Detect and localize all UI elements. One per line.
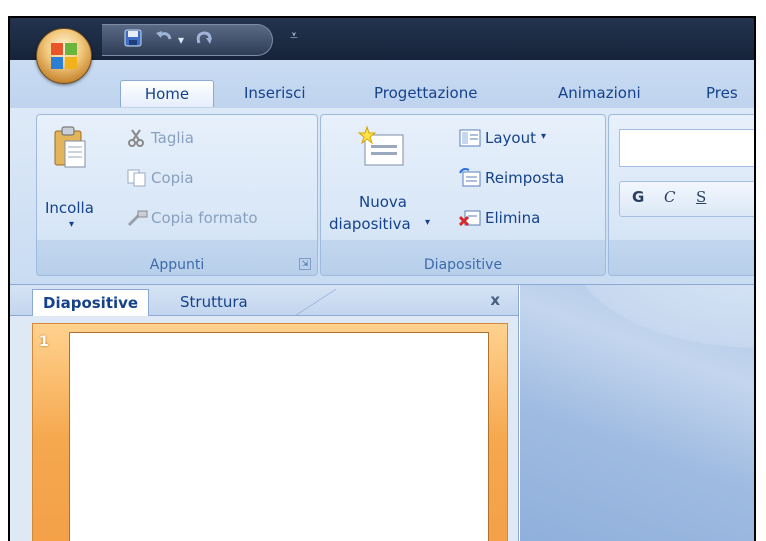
office-logo-icon [51, 43, 77, 69]
delete-slide-icon [458, 209, 481, 231]
slides-pane: Diapositive Struttura x 1 [10, 285, 519, 541]
slide-editing-area[interactable] [520, 285, 754, 541]
powerpoint-window: ▾ ⩡ Home Inserisci Progettazione Animazi… [8, 16, 756, 541]
tab-inserisci[interactable]: Inserisci [236, 80, 314, 106]
tab-divider [296, 289, 336, 315]
font-format-buttons: G C S [619, 181, 754, 217]
paste-dropdown-arrow[interactable]: ▾ [69, 219, 74, 230]
underline-button[interactable]: S [696, 188, 706, 206]
reset-icon [459, 167, 481, 191]
close-pane-button[interactable]: x [490, 291, 500, 309]
office-button[interactable] [36, 28, 92, 84]
tab-presentazione[interactable]: Pres [698, 80, 746, 106]
clipboard-dialog-launcher[interactable]: ⇲ [299, 258, 311, 270]
customize-qat-button[interactable]: ⩡ [290, 28, 298, 44]
slides-group: Nuova diapositiva ▾ Layout ▾ Reimposta E… [320, 114, 606, 276]
copy-icon [127, 169, 147, 191]
italic-button[interactable]: C [664, 188, 675, 206]
new-slide-label-line1[interactable]: Nuova [359, 193, 407, 211]
tab-diapositive[interactable]: Diapositive [32, 289, 150, 316]
layout-button[interactable]: Layout [485, 129, 536, 147]
cut-icon [127, 129, 145, 151]
slide-number: 1 [39, 334, 49, 350]
copy-button[interactable]: Copia [151, 169, 194, 187]
reset-button[interactable]: Reimposta [485, 169, 564, 187]
tab-animazioni[interactable]: Animazioni [550, 80, 649, 106]
undo-dropdown-arrow[interactable]: ▾ [178, 29, 184, 51]
paste-button[interactable]: Incolla [45, 199, 94, 217]
slides-group-label: Diapositive [423, 257, 503, 273]
font-group: G C S [608, 114, 754, 276]
tab-home[interactable]: Home [120, 80, 214, 107]
bold-button[interactable]: G [632, 188, 644, 206]
pane-tabs: Diapositive Struttura x [10, 285, 518, 316]
tab-progettazione[interactable]: Progettazione [366, 80, 485, 106]
layout-dropdown-arrow[interactable]: ▾ [541, 131, 546, 142]
save-icon[interactable] [124, 29, 142, 51]
new-slide-button[interactable]: diapositiva [329, 215, 411, 233]
quick-access-toolbar: ▾ [102, 24, 273, 56]
paste-icon[interactable] [53, 125, 89, 171]
new-slide-dropdown-arrow[interactable]: ▾ [425, 217, 430, 228]
ribbon-tabs: Home Inserisci Progettazione Animazioni … [10, 60, 754, 108]
format-painter-button[interactable]: Copia formato [151, 209, 258, 227]
delete-slide-button[interactable]: Elimina [485, 209, 540, 227]
background-curve [520, 285, 754, 375]
ribbon: Incolla ▾ Taglia Copia Copia formato App… [10, 108, 754, 285]
undo-icon[interactable] [154, 29, 174, 51]
title-bar: ▾ ⩡ [10, 18, 754, 60]
cut-button[interactable]: Taglia [151, 129, 194, 147]
clipboard-group: Incolla ▾ Taglia Copia Copia formato App… [36, 114, 318, 276]
redo-icon[interactable] [194, 29, 214, 51]
layout-icon [459, 129, 481, 151]
format-painter-icon [127, 209, 149, 231]
slide-thumbnail[interactable] [69, 332, 489, 541]
slide-thumbnail-selected[interactable]: 1 [32, 323, 508, 541]
tab-struttura[interactable]: Struttura [170, 289, 258, 315]
font-name-input[interactable] [619, 129, 754, 167]
clipboard-group-label: Appunti [149, 257, 205, 273]
new-slide-icon[interactable] [355, 125, 407, 171]
